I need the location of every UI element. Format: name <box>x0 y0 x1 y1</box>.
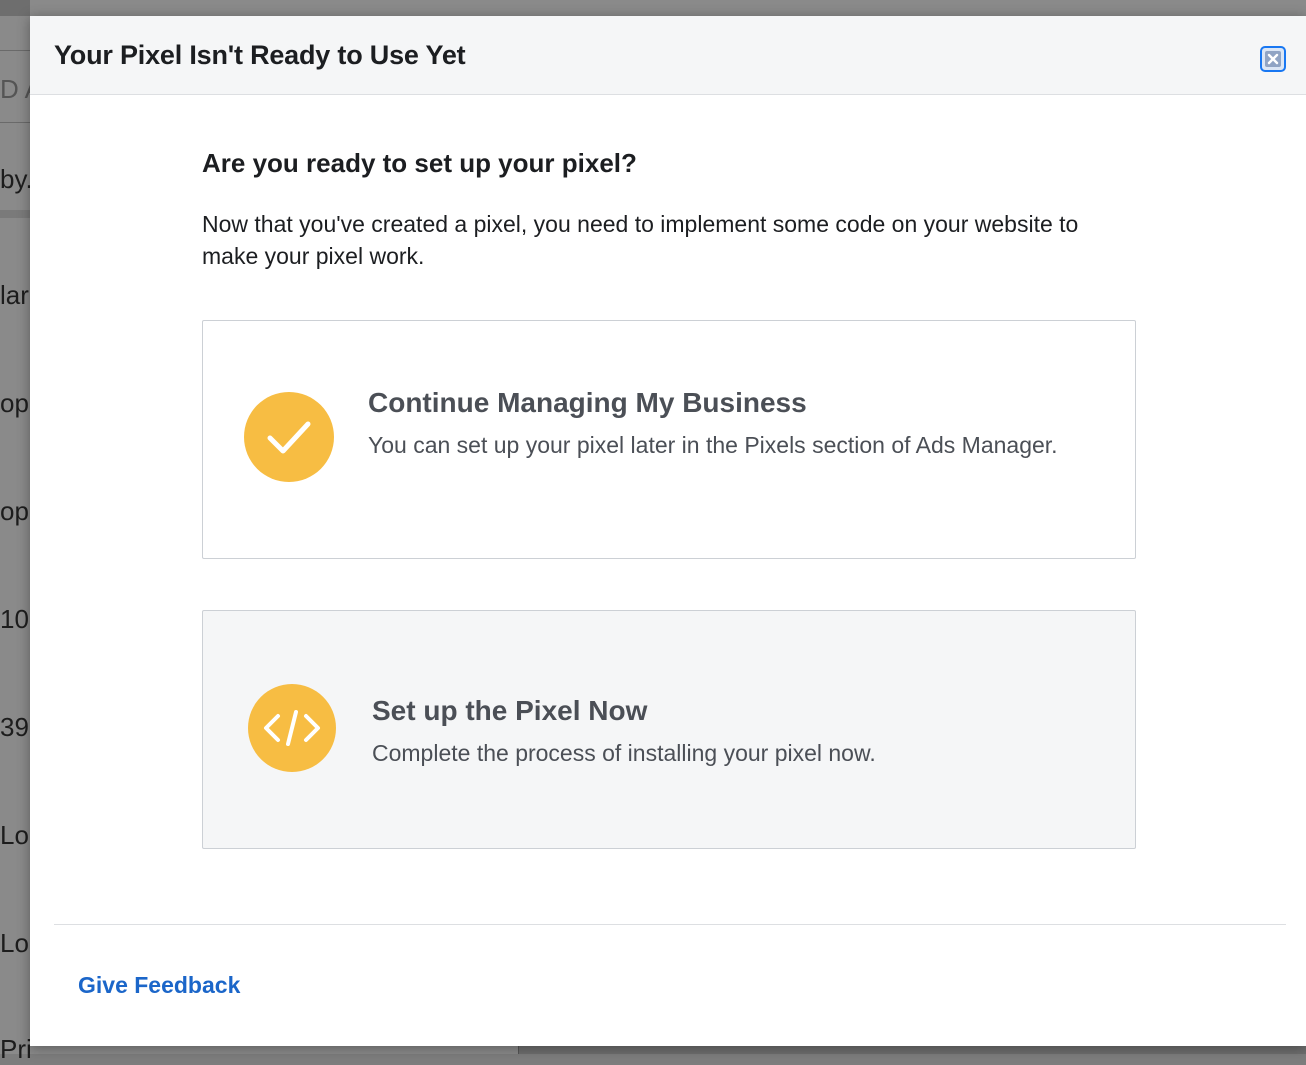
background-header-text: D A <box>0 74 30 104</box>
continue-managing-option[interactable]: Continue Managing My Business You can se… <box>202 320 1136 559</box>
code-icon <box>248 684 336 772</box>
background-bottom-bar <box>518 1046 1306 1054</box>
background-row-text: Prince <box>0 1034 30 1064</box>
option-description: You can set up your pixel later in the P… <box>368 432 1058 458</box>
background-divider <box>0 122 30 123</box>
background-top-bar <box>0 0 30 16</box>
close-icon <box>1265 51 1281 67</box>
background-row-text: opu <box>0 388 30 418</box>
background-row-text: 39 <box>0 712 29 742</box>
dialog-header: Your Pixel Isn't Ready to Use Yet <box>30 16 1306 95</box>
setup-question: Are you ready to set up your pixel? <box>202 148 637 178</box>
background-row-band <box>0 210 30 218</box>
background-row-text: Loc <box>0 928 30 958</box>
pixel-setup-dialog: Your Pixel Isn't Ready to Use Yet Are yo… <box>30 16 1306 1046</box>
background-row-text: opu <box>0 496 30 526</box>
option-title: Continue Managing My Business <box>368 387 807 418</box>
option-title: Set up the Pixel Now <box>372 695 648 726</box>
background-divider <box>518 1046 519 1054</box>
footer-divider <box>54 924 1286 925</box>
option-description: Complete the process of installing your … <box>372 740 876 766</box>
checkmark-icon <box>244 392 334 482</box>
background-row-text: by. <box>0 164 30 194</box>
setup-description: Now that you've created a pixel, you nee… <box>202 211 1079 269</box>
background-row-text: lar <box>0 280 29 310</box>
give-feedback-link[interactable]: Give Feedback <box>78 972 240 999</box>
background-divider <box>0 50 30 51</box>
setup-pixel-now-option[interactable]: Set up the Pixel Now Complete the proces… <box>202 610 1136 849</box>
background-row-text: Loc <box>0 820 30 850</box>
dialog-title: Your Pixel Isn't Ready to Use Yet <box>54 40 466 70</box>
background-row-text: 10 <box>0 604 29 634</box>
close-button[interactable] <box>1260 46 1286 72</box>
